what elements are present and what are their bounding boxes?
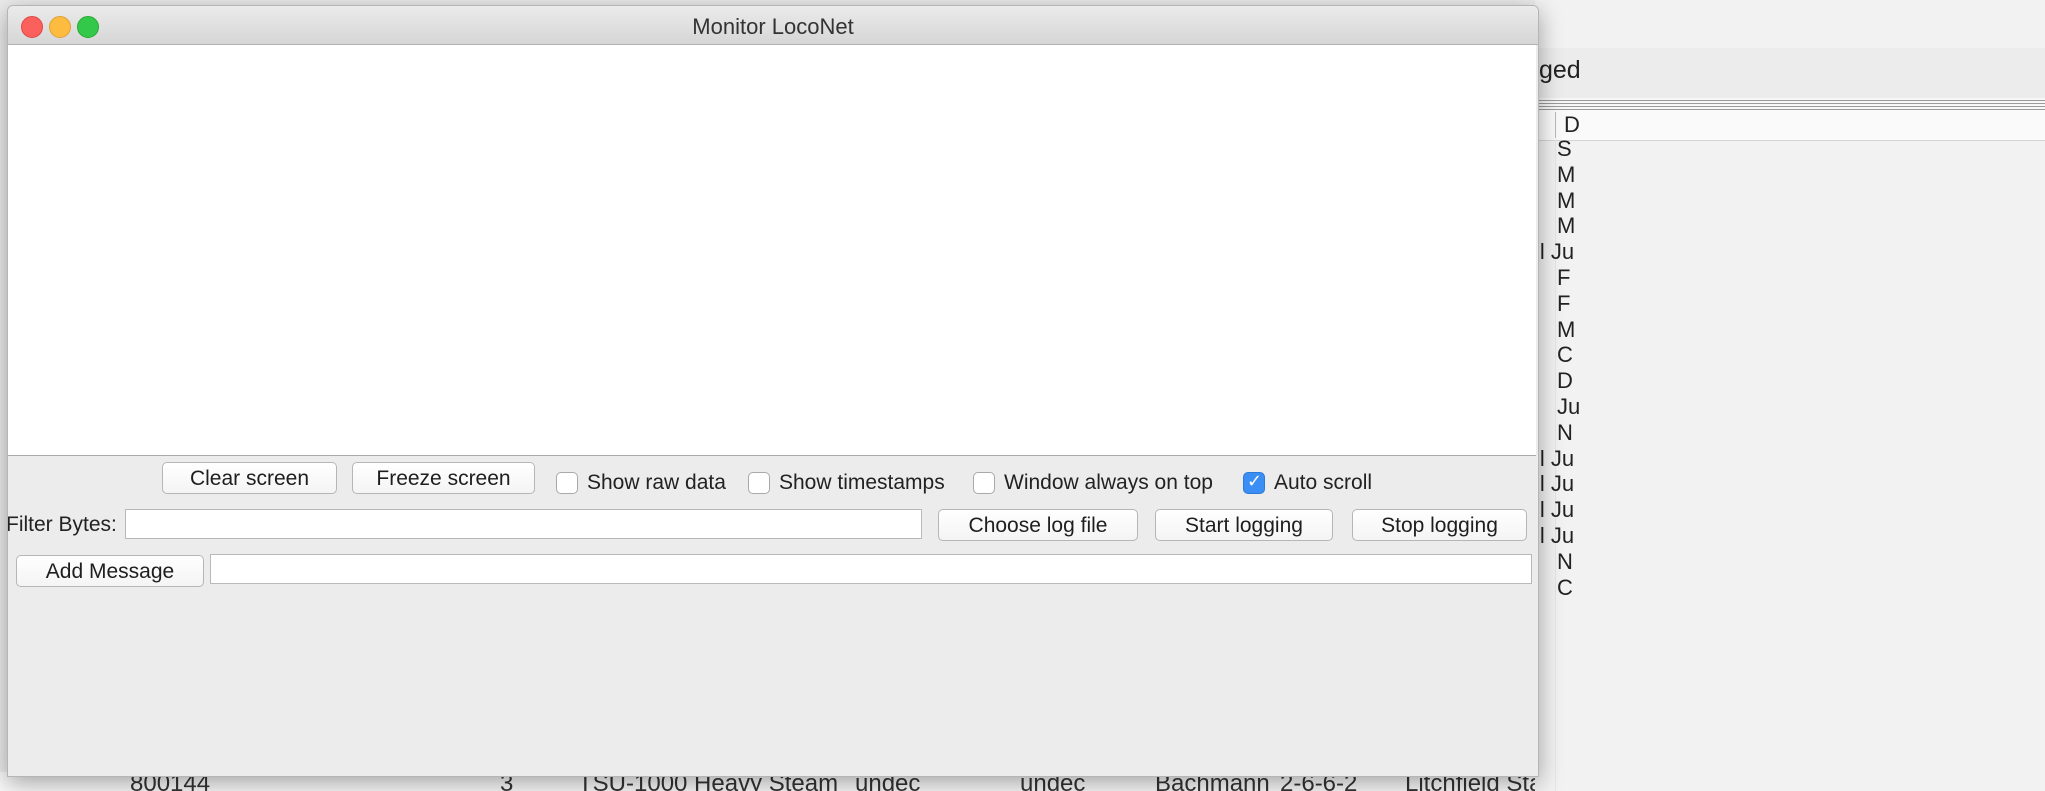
- show-timestamps-label: Show timestamps: [779, 471, 945, 494]
- window-always-on-top-label: Window always on top: [1004, 471, 1213, 494]
- background-table-row: ll Ju: [1535, 523, 1575, 548]
- background-table-row: M: [1557, 187, 1576, 213]
- controls-panel: Clear screen Freeze screen Show raw data…: [8, 456, 1536, 776]
- background-table-row: F: [1557, 290, 1571, 316]
- clear-screen-button[interactable]: Clear screen: [162, 462, 337, 494]
- background-table-row: ll Ju: [1535, 239, 1575, 265]
- add-message-input[interactable]: [210, 554, 1532, 584]
- show-timestamps-checkbox[interactable]: [748, 472, 770, 494]
- background-table-row: ll Ju: [1535, 445, 1575, 471]
- background-table-row: M: [1557, 161, 1576, 187]
- start-logging-button[interactable]: Start logging: [1155, 509, 1333, 541]
- add-message-button[interactable]: Add Message: [16, 555, 204, 587]
- split-divider[interactable]: [1535, 98, 2045, 110]
- background-toolbar-text: ged: [1539, 56, 1581, 84]
- background-toolbar: ged: [1535, 48, 2045, 99]
- background-table-row: Ju: [1557, 394, 1581, 419]
- filter-bytes-input[interactable]: [125, 509, 922, 539]
- background-table-row: C: [1557, 342, 1573, 368]
- column-header[interactable]: D: [1555, 112, 2045, 138]
- background-table-row: F: [1557, 265, 1571, 290]
- window-title: Monitor LocoNet: [692, 14, 854, 39]
- background-table-header: D: [1535, 110, 2045, 141]
- background-table-row: C: [1557, 574, 1573, 600]
- show-raw-data-checkbox[interactable]: [556, 472, 578, 494]
- background-table-row: M: [1557, 316, 1576, 342]
- background-table-row: S: [1557, 136, 1572, 161]
- show-raw-data-label: Show raw data: [587, 471, 726, 494]
- filter-bytes-label: Filter Bytes:: [7, 513, 117, 536]
- background-table-panel: ged D S M M Mll Ju F F M C D Ju Nll Ju ll Ju ll Ju ll…: [1535, 0, 2045, 791]
- monitor-log-area[interactable]: [8, 45, 1536, 456]
- auto-scroll-checkbox[interactable]: [1243, 471, 1265, 494]
- auto-scroll-label: Auto scroll: [1274, 471, 1373, 494]
- title-bar[interactable]: Monitor LocoNet: [8, 6, 1538, 45]
- window-always-on-top-checkbox[interactable]: [973, 472, 995, 494]
- choose-log-file-button[interactable]: Choose log file: [938, 509, 1138, 541]
- background-table-row: M: [1557, 213, 1576, 239]
- background-table-row: ll Ju: [1535, 497, 1575, 523]
- background-table-row: ll Ju: [1535, 471, 1575, 497]
- background-table-row: D: [1557, 368, 1573, 394]
- monitor-loconet-window: Monitor LocoNet Clear screen Freeze scre…: [7, 5, 1539, 777]
- background-table-row: N: [1557, 419, 1573, 445]
- background-table-row: N: [1557, 548, 1573, 574]
- stop-logging-button[interactable]: Stop logging: [1352, 509, 1527, 541]
- freeze-screen-button[interactable]: Freeze screen: [352, 462, 535, 494]
